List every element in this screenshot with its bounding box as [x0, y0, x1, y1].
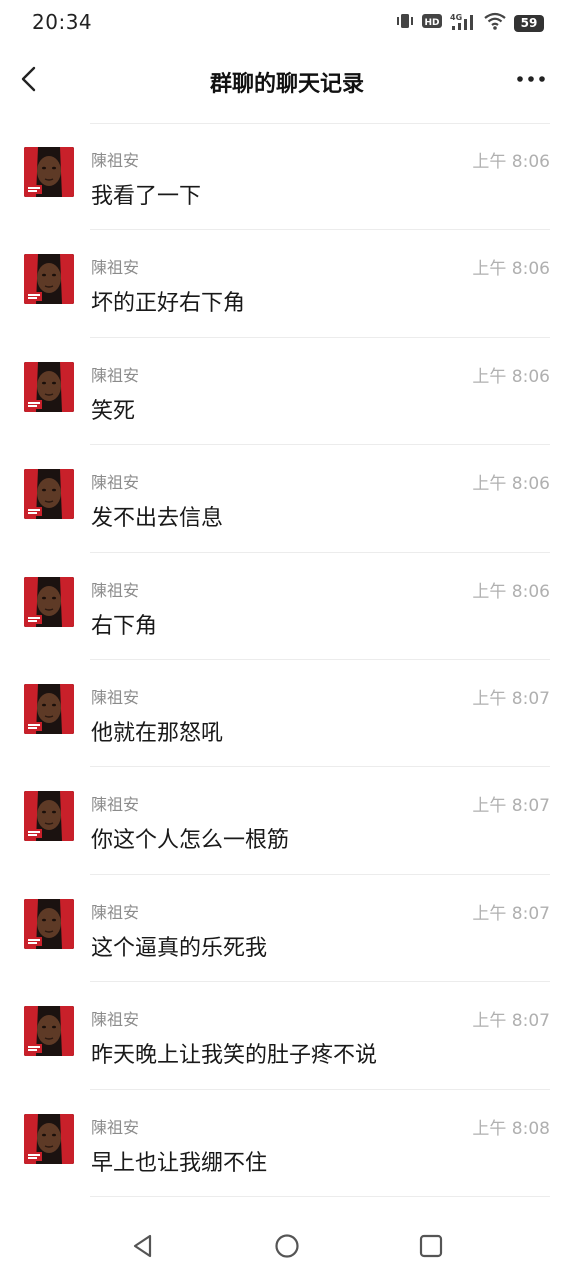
- signal-icon: 4G: [450, 12, 476, 34]
- header: 群聊的聊天记录: [0, 48, 574, 112]
- message-item[interactable]: 陳祖安 上午 8:06 坏的正好右下角: [0, 230, 574, 338]
- divider: [90, 1195, 550, 1197]
- vibrate-icon: [396, 13, 414, 33]
- message-time: 上午 8:06: [472, 581, 550, 602]
- avatar[interactable]: [24, 361, 74, 412]
- circle-home-icon: [275, 1234, 299, 1258]
- message-text: 昨天晚上让我笑的肚子疼不说: [91, 1043, 378, 1069]
- message-text: 发不出去信息: [91, 506, 224, 532]
- sender-name: 陳祖安: [91, 1117, 140, 1137]
- avatar[interactable]: [24, 1113, 74, 1164]
- square-recents-icon: [419, 1234, 443, 1258]
- message-time: 上午 8:07: [472, 796, 550, 817]
- message-time: 上午 8:06: [472, 366, 550, 387]
- message-item[interactable]: 陳祖安 上午 8:07 昨天晚上让我笑的肚子疼不说: [0, 982, 574, 1090]
- avatar[interactable]: [24, 683, 74, 734]
- sender-name: 陳祖安: [91, 473, 140, 493]
- avatar[interactable]: [24, 898, 74, 949]
- avatar-image: [24, 898, 74, 949]
- sender-name: 陳祖安: [91, 1010, 140, 1030]
- avatar-image: [24, 361, 74, 412]
- message-time: 上午 8:06: [472, 152, 550, 172]
- message-text: 我看了一下: [91, 184, 202, 209]
- nav-home-button[interactable]: [271, 1230, 303, 1262]
- battery-icon: 59: [514, 14, 544, 32]
- hd-icon: HD: [422, 13, 442, 33]
- triangle-back-icon: [133, 1234, 152, 1258]
- message-item[interactable]: 陳祖安 上午 8:06 我看了一下: [0, 123, 574, 231]
- avatar-image: [24, 576, 74, 627]
- sender-name: 陳祖安: [91, 151, 140, 170]
- message-time: 上午 8:07: [472, 1011, 550, 1032]
- message-text: 右下角: [91, 613, 158, 639]
- message-item[interactable]: 陳祖安 上午 8:06 笑死: [0, 338, 574, 446]
- more-horizontal-icon: [517, 76, 545, 82]
- hd-label: HD: [424, 18, 439, 28]
- message-list: 陳祖安 上午 8:06 我看了一下 陳祖安 上午 8:06 坏的正好右下角 陳祖…: [0, 123, 574, 1197]
- message-time: 上午 8:06: [472, 259, 550, 280]
- avatar[interactable]: [24, 1006, 74, 1057]
- message-item[interactable]: 陳祖安 上午 8:07 他就在那怒吼: [0, 660, 574, 768]
- wifi-icon: [484, 12, 506, 34]
- message-time: 上午 8:07: [472, 903, 550, 924]
- sender-name: 陳祖安: [91, 902, 140, 922]
- sender-name: 陳祖安: [91, 258, 140, 278]
- navigation-bar: [0, 1210, 574, 1280]
- message-time: 上午 8:06: [472, 474, 550, 495]
- avatar-image: [24, 147, 74, 197]
- status-time: 20:34: [32, 10, 93, 34]
- nav-recents-button[interactable]: [415, 1230, 447, 1262]
- sender-name: 陳祖安: [91, 580, 140, 600]
- message-item[interactable]: 陳祖安 上午 8:06 右下角: [0, 553, 574, 660]
- status-icons: HD 4G 59: [396, 12, 544, 34]
- message-text: 他就在那怒吼: [91, 720, 224, 746]
- status-bar: 20:34 HD 4G 59: [0, 0, 574, 46]
- avatar-image: [24, 469, 74, 520]
- avatar-image: [24, 1006, 74, 1057]
- sender-name: 陳祖安: [91, 687, 140, 707]
- sender-name: 陳祖安: [91, 795, 140, 815]
- message-time: 上午 8:07: [472, 688, 550, 709]
- more-button[interactable]: [512, 64, 552, 94]
- message-text: 坏的正好右下角: [91, 291, 246, 317]
- avatar-image: [24, 1113, 74, 1164]
- sender-name: 陳祖安: [91, 365, 140, 385]
- message-item[interactable]: 陳祖安 上午 8:07 这个逼真的乐死我: [0, 875, 574, 983]
- message-item[interactable]: 陳祖安 上午 8:07 你这个人怎么一根筋: [0, 767, 574, 875]
- avatar-image: [24, 683, 74, 734]
- avatar[interactable]: [24, 576, 74, 627]
- message-text: 这个逼真的乐死我: [91, 935, 268, 961]
- avatar-image: [24, 791, 74, 842]
- avatar[interactable]: [24, 469, 74, 520]
- message-time: 上午 8:08: [472, 1118, 550, 1139]
- avatar[interactable]: [24, 147, 74, 197]
- message-text: 你这个人怎么一根筋: [91, 828, 290, 854]
- nav-back-button[interactable]: [127, 1230, 159, 1262]
- avatar[interactable]: [24, 254, 74, 305]
- message-text: 早上也让我绷不住: [91, 1150, 268, 1176]
- avatar-image: [24, 254, 74, 305]
- avatar[interactable]: [24, 791, 74, 842]
- page-title: 群聊的聊天记录: [209, 72, 364, 97]
- message-text: 笑死: [91, 398, 136, 424]
- network-label: 4G: [450, 13, 462, 22]
- chat-history-screen: 20:34 HD 4G 59 群聊的聊天记录 陳祖安 上午 8:06 我看了一下…: [0, 0, 574, 1280]
- message-item[interactable]: 陳祖安 上午 8:08 早上也让我绷不住: [0, 1090, 574, 1197]
- message-item[interactable]: 陳祖安 上午 8:06 发不出去信息: [0, 445, 574, 553]
